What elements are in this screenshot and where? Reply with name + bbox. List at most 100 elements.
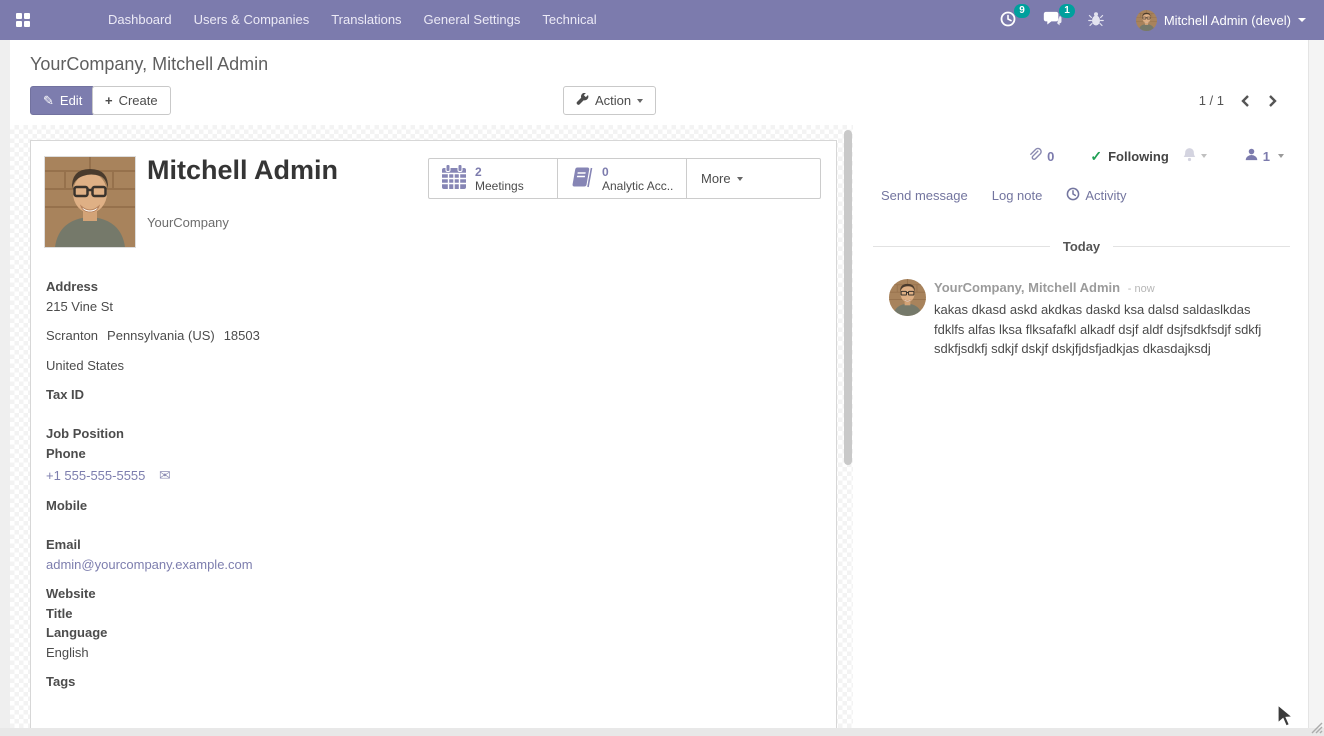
control-panel: YourCompany, Mitchell Admin ✎ Edit + Cre…	[10, 40, 1308, 125]
breadcrumb: YourCompany, Mitchell Admin	[30, 54, 268, 75]
message-count-badge: 1	[1059, 4, 1075, 18]
date-group-label: Today	[1063, 239, 1100, 254]
pager-value: 1 / 1	[1199, 93, 1224, 108]
left-gutter	[0, 40, 10, 728]
meetings-count: 2	[475, 165, 524, 179]
follower-count: 1	[1263, 149, 1270, 164]
job-position-label: Job Position	[46, 426, 466, 442]
form-sheet: Mitchell Admin YourCompany 2 Meetings	[30, 140, 837, 728]
action-dropdown-button[interactable]: Action	[563, 86, 656, 115]
page-scrollbar[interactable]	[1308, 40, 1324, 736]
date-divider: Today	[873, 239, 1290, 254]
followers-button[interactable]: 1	[1245, 148, 1284, 164]
activities-button[interactable]: 9	[991, 6, 1025, 35]
form-scrollbar-thumb[interactable]	[844, 130, 852, 465]
chevron-down-icon	[637, 99, 643, 103]
analytic-label: Analytic Acc...	[602, 179, 674, 193]
title-label: Title	[46, 606, 466, 622]
email-link[interactable]: admin@yourcompany.example.com	[46, 557, 466, 573]
tax-id-label: Tax ID	[46, 387, 466, 403]
attachment-count: 0	[1047, 149, 1054, 164]
chevron-down-icon	[737, 177, 743, 181]
create-button[interactable]: + Create	[92, 86, 171, 115]
street-value: 215 Vine St	[46, 299, 466, 315]
pencil-icon: ✎	[43, 93, 54, 109]
schedule-activity-button[interactable]: Activity	[1066, 187, 1126, 204]
chatter-toolbar: 0 ✓ Following 1	[853, 125, 1308, 165]
more-dropdown-button[interactable]: More	[687, 159, 820, 198]
debug-button[interactable]	[1080, 7, 1112, 34]
send-message-button[interactable]: Send message	[881, 188, 968, 203]
menu-technical[interactable]: Technical	[531, 0, 607, 40]
phone-link[interactable]: +1 555-555-5555	[46, 468, 145, 483]
edit-button[interactable]: ✎ Edit	[30, 86, 95, 115]
menu-general-settings[interactable]: General Settings	[413, 0, 532, 40]
message-author[interactable]: YourCompany, Mitchell Admin	[934, 280, 1120, 295]
record-title: Mitchell Admin	[147, 155, 338, 186]
city-value: Scranton	[46, 328, 98, 343]
resize-grip-icon[interactable]	[1308, 719, 1323, 734]
user-name-label: Mitchell Admin (devel)	[1164, 13, 1291, 28]
chevron-down-icon	[1298, 18, 1306, 22]
user-menu[interactable]: Mitchell Admin (devel)	[1136, 10, 1306, 31]
more-label: More	[701, 171, 731, 186]
messages-button[interactable]: 1	[1035, 6, 1070, 34]
top-navbar: Dashboard Users & Companies Translations…	[0, 0, 1324, 40]
pager: 1 / 1	[1199, 86, 1278, 115]
plus-icon: +	[105, 93, 113, 108]
message-body: kakas dkasd askd akdkas daskd ksa dalsd …	[934, 300, 1278, 359]
menu-dashboard[interactable]: Dashboard	[97, 0, 183, 40]
calendar-icon	[441, 164, 467, 193]
mobile-label: Mobile	[46, 498, 466, 514]
apps-menu-icon[interactable]	[16, 13, 31, 28]
bell-icon	[1182, 147, 1197, 165]
journal-book-icon	[570, 165, 594, 192]
meetings-label: Meetings	[475, 179, 524, 193]
following-button[interactable]: ✓ Following	[1090, 148, 1168, 165]
action-button-label: Action	[595, 93, 631, 108]
chatter-message: YourCompany, Mitchell Admin - now kakas …	[853, 279, 1308, 359]
chatter-panel: 0 ✓ Following 1 Send message	[853, 125, 1308, 728]
paperclip-icon	[1027, 147, 1042, 165]
check-icon: ✓	[1090, 148, 1102, 165]
message-header: YourCompany, Mitchell Admin - now	[934, 280, 1278, 295]
field-list: Address 215 Vine St Scranton Pennsylvania…	[46, 279, 466, 690]
message-timestamp: - now	[1128, 283, 1155, 295]
stat-button-box: 2 Meetings 0 Analytic Acc... More	[428, 158, 821, 199]
main-menu: Dashboard Users & Companies Translations…	[97, 0, 608, 40]
edit-button-label: Edit	[60, 93, 82, 108]
sms-envelope-icon[interactable]: ✉	[159, 467, 171, 483]
log-note-button[interactable]: Log note	[992, 188, 1043, 203]
pager-next-button[interactable]	[1267, 94, 1278, 108]
record-company-link[interactable]: YourCompany	[147, 215, 229, 230]
zip-value: 18503	[224, 328, 260, 343]
message-author-avatar[interactable]	[889, 279, 926, 316]
activity-label: Activity	[1085, 188, 1126, 203]
city-state-zip-value: Scranton Pennsylvania (US) 18503	[46, 328, 466, 344]
attachments-button[interactable]: 0	[1027, 147, 1054, 165]
menu-translations[interactable]: Translations	[320, 0, 412, 40]
state-value: Pennsylvania (US)	[107, 328, 215, 343]
country-value: United States	[46, 358, 466, 374]
wrench-icon	[576, 93, 589, 109]
contact-photo[interactable]	[45, 157, 135, 247]
form-view: Mitchell Admin YourCompany 2 Meetings	[10, 125, 853, 728]
website-label: Website	[46, 586, 466, 602]
analytic-accounts-stat-button[interactable]: 0 Analytic Acc...	[558, 159, 687, 198]
language-label: Language	[46, 625, 466, 641]
bottom-scrollbar-track[interactable]	[0, 728, 1324, 736]
activity-clock-icon	[1066, 187, 1080, 204]
tags-label: Tags	[46, 674, 466, 690]
address-label: Address	[46, 279, 466, 295]
meetings-stat-button[interactable]: 2 Meetings	[429, 159, 558, 198]
bug-icon	[1088, 11, 1104, 30]
content-area: Mitchell Admin YourCompany 2 Meetings	[10, 125, 1308, 728]
email-label: Email	[46, 537, 466, 553]
analytic-count: 0	[602, 165, 674, 179]
phone-row: +1 555-555-5555 ✉	[46, 467, 466, 484]
pager-previous-button[interactable]	[1240, 94, 1251, 108]
chevron-down-icon	[1201, 154, 1207, 158]
menu-users-companies[interactable]: Users & Companies	[183, 0, 321, 40]
subscription-bell-button[interactable]	[1182, 147, 1207, 165]
create-button-label: Create	[119, 93, 158, 108]
